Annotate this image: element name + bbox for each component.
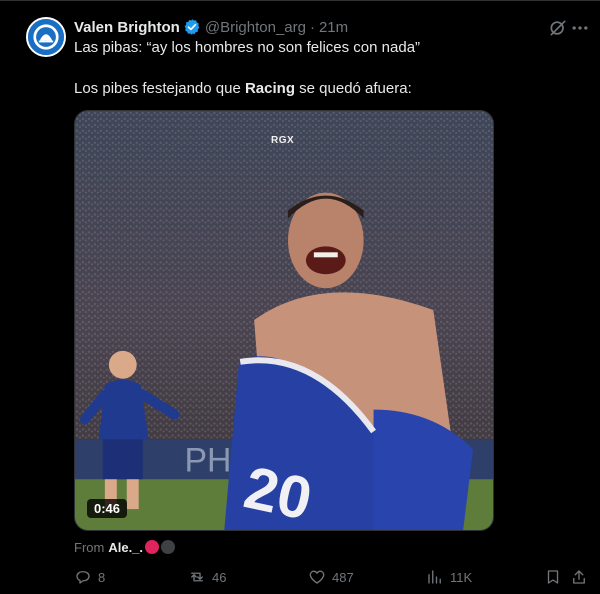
video-watermark: RGX (271, 135, 295, 146)
from-label: From (74, 539, 105, 555)
repost-icon (191, 572, 203, 582)
views-button[interactable]: 11K (426, 568, 472, 586)
share-icon (573, 570, 585, 584)
bookmark-icon (547, 570, 559, 584)
media-attribution[interactable]: From Ale._. (74, 538, 176, 556)
repost-count: 46 (212, 569, 227, 585)
badge-gray-icon (161, 540, 176, 554)
separator-dot: · (309, 18, 315, 36)
author-handle[interactable]: @Brighton_arg (205, 19, 306, 36)
repost-button[interactable]: 46 (188, 568, 226, 586)
timestamp[interactable]: 21m (319, 19, 348, 36)
avatar-logo-icon (28, 19, 64, 55)
share-button[interactable] (570, 568, 594, 586)
bookmark-button[interactable] (544, 568, 568, 586)
video-player[interactable]: PHILIP 20 RGX (74, 110, 494, 531)
text-part: Los pibes festejando que (74, 80, 245, 97)
like-button[interactable]: 487 (308, 568, 354, 586)
reply-icon (76, 571, 90, 584)
like-icon (309, 570, 325, 584)
reply-count: 8 (98, 569, 106, 585)
views-count: 11K (450, 569, 473, 585)
video-frame: PHILIP 20 (75, 111, 493, 530)
badge-red-icon (145, 540, 160, 554)
action-bar: 8 46 487 11K (74, 568, 594, 588)
like-count: 487 (332, 569, 354, 585)
verified-icon (184, 19, 200, 35)
svg-text:20: 20 (239, 453, 318, 530)
text-bold-racing: Racing (244, 80, 295, 97)
tweet-text-line-1: Las pibas: “ay los hombres no son felice… (74, 39, 421, 56)
tweet[interactable]: Valen Brighton @Brighton_arg · 21m Las p… (0, 0, 600, 594)
divider (0, 0, 600, 1)
tweet-text-line-2: Los pibes festejando que Racing se quedó… (74, 79, 412, 99)
more-icon[interactable] (570, 18, 590, 38)
from-user[interactable]: Ale._. (108, 540, 143, 555)
avatar[interactable] (26, 17, 66, 57)
tweet-header: Valen Brighton @Brighton_arg · 21m (74, 16, 348, 38)
text-part: se quedó afuera: (294, 80, 412, 97)
grok-icon[interactable] (548, 18, 568, 38)
video-duration: 0:46 (87, 499, 128, 518)
views-icon (428, 570, 441, 584)
author-name[interactable]: Valen Brighton (74, 19, 180, 36)
reply-button[interactable]: 8 (74, 568, 105, 586)
